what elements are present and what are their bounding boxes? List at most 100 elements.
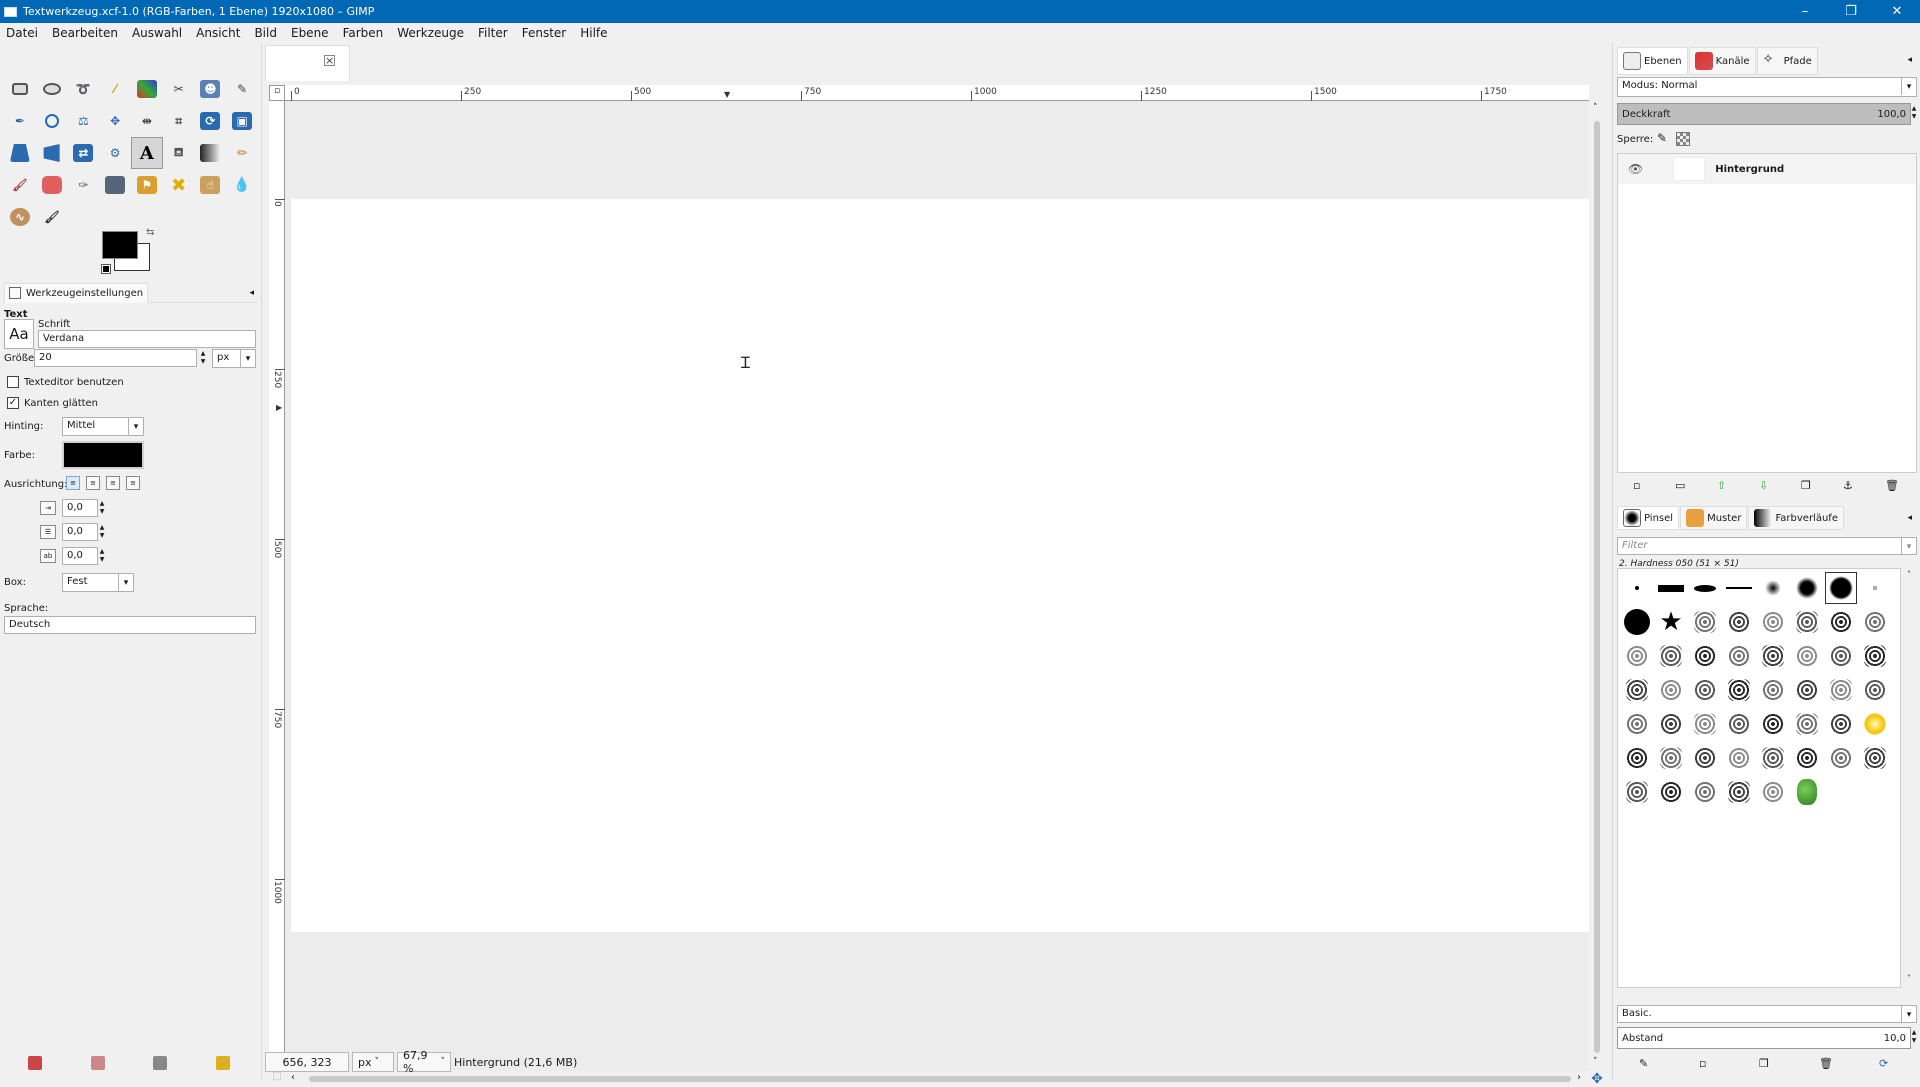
panel-menu-icon[interactable]: ◂: [1907, 513, 1912, 523]
brush-item[interactable]: [1622, 641, 1652, 671]
foreground-select-tool-icon[interactable]: ☻: [195, 73, 227, 105]
image-canvas[interactable]: [291, 199, 1589, 932]
warp-tool-icon[interactable]: ∿: [4, 201, 36, 233]
restore-options-icon[interactable]: [91, 1056, 105, 1070]
use-editor-checkbox[interactable]: [7, 376, 19, 388]
image-tab[interactable]: ×: [265, 45, 350, 81]
paths-tool-icon[interactable]: ✎: [226, 73, 258, 105]
panel-menu-icon[interactable]: ◂: [1907, 55, 1912, 65]
brush-item[interactable]: [1724, 607, 1754, 637]
menu-bearbeiten[interactable]: Bearbeiten: [52, 26, 118, 40]
text-tool-icon[interactable]: A: [131, 137, 163, 169]
by-color-select-tool-icon[interactable]: [131, 73, 163, 105]
font-preview-button[interactable]: Aa: [4, 319, 34, 349]
brush-item[interactable]: [1690, 573, 1720, 603]
edit-brush-icon[interactable]: ✎: [1639, 1057, 1648, 1070]
brush-item[interactable]: [1690, 675, 1720, 705]
delete-brush-icon[interactable]: 🗑: [1819, 1057, 1833, 1070]
size-stepper[interactable]: ▲ ▼: [200, 350, 206, 366]
brush-item[interactable]: [1860, 709, 1890, 739]
brush-item[interactable]: [1792, 777, 1822, 807]
brush-item[interactable]: [1622, 573, 1652, 603]
size-input[interactable]: 20: [34, 349, 197, 367]
brush-item[interactable]: [1860, 607, 1890, 637]
brush-item[interactable]: [1758, 777, 1788, 807]
menu-farben[interactable]: Farben: [343, 26, 384, 40]
brush-item[interactable]: [1656, 573, 1686, 603]
tab-tool-options[interactable]: Werkzeugeinstellungen: [4, 282, 149, 303]
3d-transform-tool-icon[interactable]: [36, 137, 68, 169]
menu-filter[interactable]: Filter: [478, 26, 508, 40]
menu-fenster[interactable]: Fenster: [522, 26, 567, 40]
vertical-scroll-thumb[interactable]: [1594, 121, 1600, 1053]
brush-item[interactable]: [1826, 709, 1856, 739]
fuzzy-select-tool-icon[interactable]: ⁄: [99, 73, 131, 105]
size-unit-select[interactable]: px ▾: [212, 349, 256, 368]
save-options-icon[interactable]: [28, 1056, 42, 1070]
scissors-select-tool-icon[interactable]: ✂: [163, 73, 195, 105]
menu-werkzeuge[interactable]: Werkzeuge: [397, 26, 464, 40]
reset-options-icon[interactable]: [216, 1056, 230, 1070]
panel-menu-icon[interactable]: ◂: [249, 288, 254, 298]
brush-item[interactable]: [1860, 675, 1890, 705]
paintbrush-tool-icon[interactable]: 🖌: [4, 169, 36, 201]
layer-mode-select[interactable]: Modus: Normal ▾: [1617, 77, 1917, 97]
refresh-brushes-icon[interactable]: ⟳: [1879, 1057, 1888, 1070]
opacity-slider[interactable]: Deckkraft 100,0: [1617, 103, 1911, 125]
color-picker-tool-icon[interactable]: ✒: [4, 105, 36, 137]
brush-item[interactable]: [1860, 641, 1890, 671]
brush-item[interactable]: [1860, 573, 1890, 603]
spacing-slider[interactable]: Abstand 10,0: [1617, 1027, 1911, 1049]
measure-tool-icon[interactable]: ⚖: [68, 105, 100, 137]
lock-alpha-icon[interactable]: [1676, 132, 1690, 146]
unified-transform-tool-icon[interactable]: ⟳: [195, 105, 227, 137]
box-select[interactable]: Fest ▾: [62, 573, 134, 592]
lock-pixels-icon[interactable]: ✎: [1657, 131, 1667, 145]
brush-item[interactable]: [1656, 743, 1686, 773]
free-select-tool-icon[interactable]: ➰: [68, 73, 100, 105]
indent-input[interactable]: 0,0: [62, 499, 98, 517]
move-tool-icon[interactable]: ✥: [99, 105, 131, 137]
perspective-tool-icon[interactable]: [4, 137, 36, 169]
brush-item[interactable]: [1724, 777, 1754, 807]
brush-item[interactable]: [1826, 675, 1856, 705]
flip-tool-icon[interactable]: ⇄: [68, 137, 100, 169]
anchor-layer-icon[interactable]: ⚓: [1843, 479, 1853, 492]
brush-item[interactable]: [1792, 607, 1822, 637]
minimize-button[interactable]: –: [1782, 0, 1828, 23]
brush-item[interactable]: [1724, 709, 1754, 739]
new-layer-icon[interactable]: ▫: [1633, 479, 1640, 492]
unit-select[interactable]: px ˅: [352, 1052, 394, 1072]
default-colors-icon[interactable]: [101, 264, 111, 274]
brush-item[interactable]: [1792, 573, 1822, 603]
rect-select-tool-icon[interactable]: [4, 73, 36, 105]
layer-row[interactable]: 👁 Hintergrund: [1618, 154, 1916, 184]
brush-scrollbar[interactable]: ˄ ˅: [1905, 568, 1917, 988]
zoom-select[interactable]: 67,9 % ˅: [397, 1049, 451, 1075]
scroll-up-icon[interactable]: ˄: [1593, 103, 1598, 113]
zoom-tool-icon[interactable]: [36, 105, 68, 137]
line-spacing-input[interactable]: 0,0: [62, 523, 98, 541]
menu-auswahl[interactable]: Auswahl: [132, 26, 182, 40]
cage-transform-tool-icon[interactable]: ▣: [226, 105, 258, 137]
new-layer-group-icon[interactable]: ▭: [1675, 479, 1685, 492]
brush-item[interactable]: [1826, 743, 1856, 773]
opacity-stepper[interactable]: ▲ ▼: [1911, 105, 1917, 121]
lower-layer-icon[interactable]: ⇩: [1759, 479, 1768, 492]
duplicate-brush-icon[interactable]: ❐: [1759, 1057, 1769, 1070]
smudge-tool-icon[interactable]: ☝: [195, 169, 227, 201]
text-color-button[interactable]: [62, 441, 144, 469]
brush-item[interactable]: [1724, 641, 1754, 671]
brush-item[interactable]: [1622, 743, 1652, 773]
new-brush-icon[interactable]: ▫: [1699, 1057, 1706, 1070]
font-input[interactable]: Verdana: [38, 330, 256, 348]
brush-item[interactable]: [1656, 777, 1686, 807]
tab-brushes[interactable]: Pinsel: [1617, 506, 1680, 530]
brush-item[interactable]: [1758, 709, 1788, 739]
raise-layer-icon[interactable]: ⇧: [1717, 479, 1726, 492]
tab-layers[interactable]: Ebenen: [1617, 47, 1688, 75]
close-tab-icon[interactable]: ×: [324, 55, 335, 66]
letter-spacing-input[interactable]: 0,0: [62, 547, 98, 565]
pencil-tool-icon[interactable]: ✏: [226, 137, 258, 169]
indent-stepper[interactable]: ▲ ▼: [99, 500, 105, 516]
